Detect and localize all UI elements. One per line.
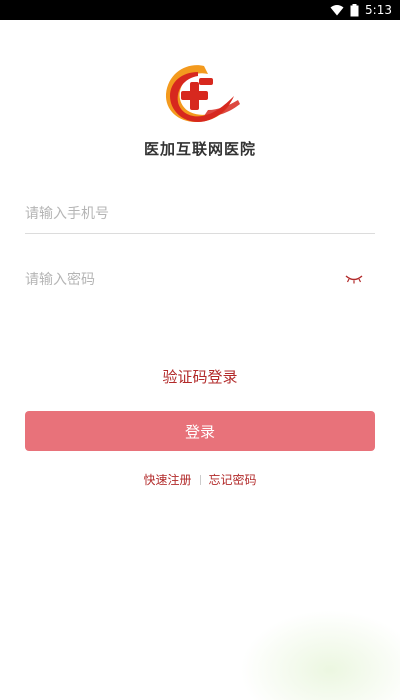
battery-icon	[350, 3, 359, 16]
link-divider	[199, 474, 201, 485]
app-name: 医加互联网医院	[143, 140, 256, 158]
hospital-cross-logo-icon	[165, 65, 240, 122]
wifi-icon	[330, 5, 344, 16]
status-bar: 5:13	[0, 0, 400, 20]
code-login-link[interactable]: 验证码登录	[0, 366, 400, 387]
status-time: 5:13	[365, 3, 392, 17]
app-logo	[158, 60, 242, 132]
eye-closed-icon[interactable]	[345, 273, 363, 285]
bottom-links: 快速注册 忘记密码	[0, 471, 400, 488]
password-field[interactable]	[25, 260, 375, 300]
register-link[interactable]: 快速注册	[143, 471, 191, 488]
password-input[interactable]	[25, 260, 375, 300]
background-glow	[240, 610, 400, 700]
forgot-password-link[interactable]: 忘记密码	[209, 471, 257, 488]
phone-field[interactable]	[25, 194, 375, 234]
login-button[interactable]: 登录	[25, 411, 375, 451]
phone-input[interactable]	[25, 194, 375, 233]
